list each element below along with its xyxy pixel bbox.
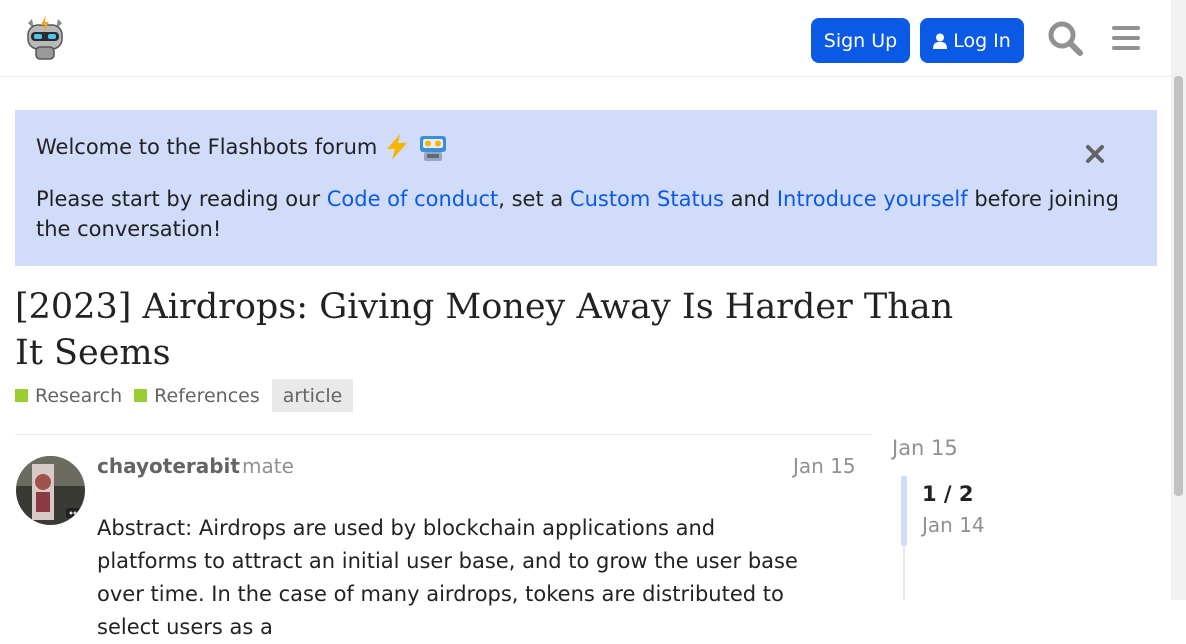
hamburger-menu-icon[interactable]	[1108, 20, 1144, 56]
page-scrollbar[interactable]	[1171, 0, 1186, 600]
welcome-banner: Welcome to the Flashbots forum Please st…	[15, 110, 1157, 266]
timeline-position: 1 / 2	[922, 482, 974, 506]
close-icon[interactable]	[1083, 142, 1107, 166]
category-color-badge	[134, 389, 148, 402]
user-title: mate	[242, 454, 294, 478]
post-body: Abstract: Airdrops are used by blockchai…	[97, 516, 798, 639]
banner-title-text: Welcome to the Flashbots forum	[36, 135, 378, 159]
post-date[interactable]: Jan 15	[793, 454, 856, 478]
tag-article[interactable]: article	[271, 379, 354, 412]
flashbots-robot-logo[interactable]	[22, 13, 68, 61]
timeline-scroll-handle[interactable]	[901, 476, 907, 546]
topic-tags: Research References article	[15, 379, 354, 412]
banner-text-mid2: and	[723, 187, 777, 211]
code-of-conduct-link[interactable]: Code of conduct	[327, 187, 498, 211]
lightning-icon	[387, 134, 408, 160]
banner-title: Welcome to the Flashbots forum	[36, 132, 449, 162]
sign-up-button[interactable]: Sign Up	[811, 18, 910, 63]
search-icon[interactable]	[1047, 20, 1083, 56]
sign-up-label: Sign Up	[823, 29, 898, 52]
timeline-current-date: Jan 14	[922, 513, 985, 537]
user-icon	[933, 33, 948, 49]
log-in-label: Log In	[953, 29, 1011, 52]
tag-label: article	[282, 384, 343, 407]
avatar-image	[16, 456, 85, 525]
category-label: Research	[35, 384, 123, 407]
category-research[interactable]: Research	[15, 385, 122, 407]
custom-status-link[interactable]: Custom Status	[570, 187, 724, 211]
category-color-badge	[15, 389, 28, 402]
robot-icon	[420, 136, 447, 161]
site-header: Sign Up Log In	[0, 0, 1171, 77]
timeline-start-date[interactable]: Jan 15	[892, 436, 958, 460]
banner-text-prefix: Please start by reading our	[36, 187, 327, 211]
topic-divider	[15, 434, 872, 435]
scrollbar-thumb[interactable]	[1174, 76, 1183, 496]
category-references[interactable]: References	[134, 385, 260, 407]
introduce-yourself-link[interactable]: Introduce yourself	[777, 187, 968, 211]
topic-title[interactable]: [2023] Airdrops: Giving Money Away Is Ha…	[15, 284, 975, 376]
banner-text-mid1: , set a	[498, 187, 570, 211]
post-username[interactable]: chayoterabit	[97, 454, 240, 478]
avatar[interactable]	[16, 456, 85, 525]
banner-message: Please start by reading our Code of cond…	[36, 184, 1126, 244]
category-label: References	[154, 384, 260, 407]
log-in-button[interactable]: Log In	[920, 18, 1024, 63]
